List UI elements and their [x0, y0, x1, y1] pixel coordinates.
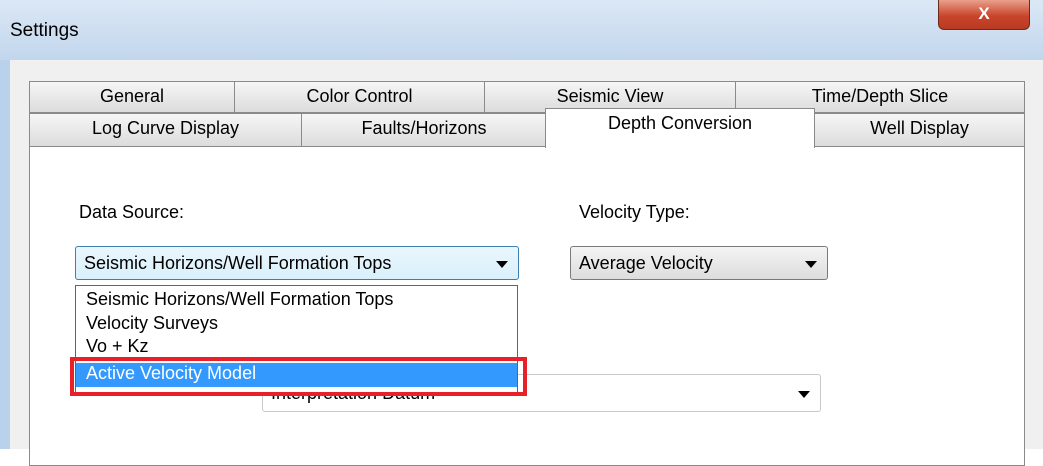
- tab-faults-horizons[interactable]: Faults/Horizons: [301, 113, 547, 147]
- data-source-label: Data Source:: [79, 202, 185, 222]
- velocity-type-select[interactable]: Average Velocity: [570, 246, 828, 280]
- window-title: Settings: [10, 20, 79, 41]
- tab-label: Faults/Horizons: [361, 118, 487, 138]
- tab-log-curve-display[interactable]: Log Curve Display: [29, 113, 302, 147]
- tab-label: Color Control: [306, 86, 413, 106]
- tab-depth-conversion[interactable]: Depth Conversion: [545, 108, 815, 148]
- annotation-highlight-box: [70, 357, 527, 396]
- tab-color-control[interactable]: Color Control: [234, 81, 485, 113]
- chevron-down-icon: [496, 261, 508, 268]
- title-bar: Settings X: [0, 0, 1043, 60]
- tab-well-display[interactable]: Well Display: [814, 113, 1025, 147]
- tab-label: Time/Depth Slice: [811, 86, 949, 106]
- dropdown-option[interactable]: Seismic Horizons/Well Formation Tops: [76, 289, 517, 311]
- velocity-type-value: Average Velocity: [579, 253, 713, 273]
- chevron-down-icon: [805, 261, 817, 268]
- data-source-select[interactable]: Seismic Horizons/Well Formation Tops: [75, 246, 519, 280]
- tab-label: Depth Conversion: [607, 113, 753, 133]
- tab-label: General: [99, 86, 165, 106]
- tab-label: Seismic View: [556, 86, 664, 106]
- data-source-value: Seismic Horizons/Well Formation Tops: [84, 253, 392, 273]
- tab-label: Well Display: [870, 118, 969, 138]
- close-button[interactable]: X: [938, 0, 1030, 30]
- tab-general[interactable]: General: [29, 81, 235, 113]
- velocity-type-label: Velocity Type:: [579, 202, 690, 222]
- dropdown-option[interactable]: Vo + Kz: [76, 336, 517, 358]
- dropdown-option[interactable]: Velocity Surveys: [76, 313, 517, 335]
- chevron-down-icon: [798, 391, 810, 398]
- tab-label: Log Curve Display: [91, 118, 240, 138]
